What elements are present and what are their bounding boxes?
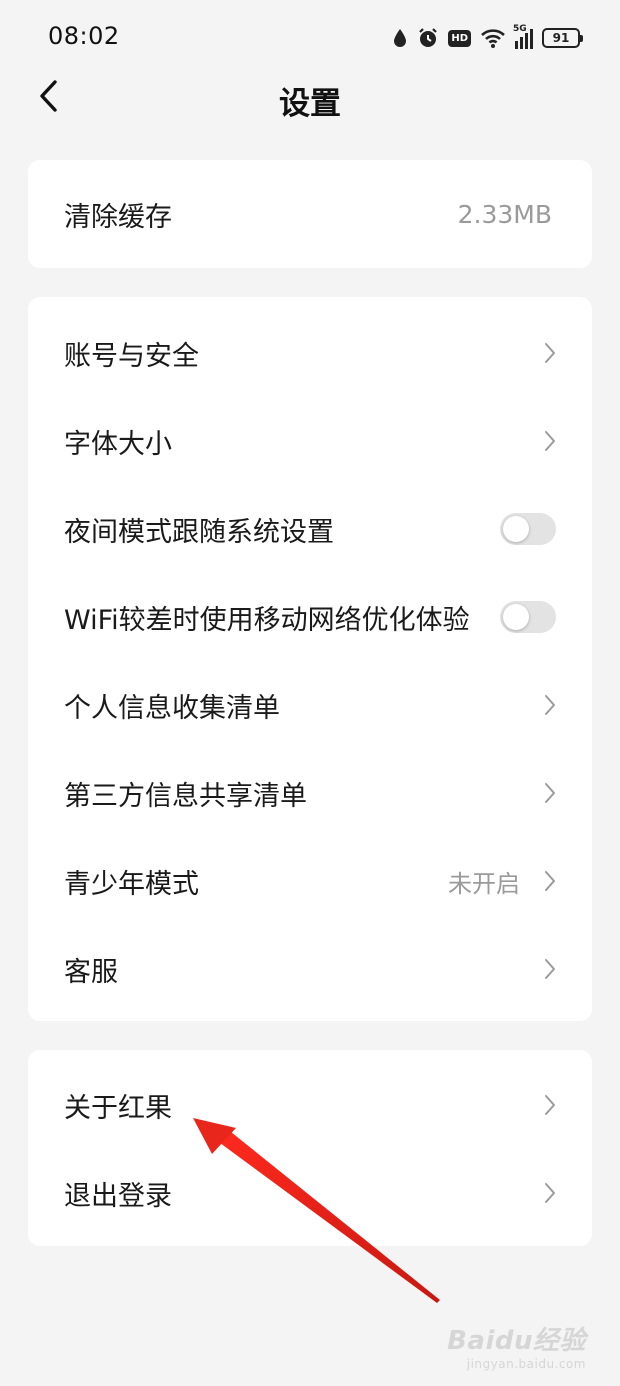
clear-cache-label: 清除缓存 — [64, 201, 172, 233]
battery-icon: 91 — [542, 28, 583, 48]
chevron-right-icon — [536, 693, 556, 717]
night-mode-toggle[interactable] — [500, 513, 556, 545]
logout-label: 退出登录 — [64, 1180, 172, 1212]
chevron-right-icon — [536, 1181, 556, 1205]
page-title: 设置 — [279, 86, 341, 122]
drop-icon — [394, 29, 407, 47]
personal-info-list-row[interactable]: 个人信息收集清单 — [28, 661, 592, 749]
settings-card: 账号与安全 字体大小 夜间模式跟随系统设置 WiFi较差时使用移动网络优化体验 … — [28, 297, 592, 1021]
status-time: 08:02 — [48, 22, 120, 50]
header: 设置 — [0, 76, 620, 132]
alarm-icon — [419, 28, 438, 47]
third-party-sharing-row[interactable]: 第三方信息共享清单 — [28, 749, 592, 837]
chevron-right-icon — [536, 781, 556, 805]
personal-info-list-label: 个人信息收集清单 — [64, 692, 280, 724]
status-icons: HD 5G 91 — [392, 24, 583, 52]
font-size-label: 字体大小 — [64, 428, 172, 460]
youth-mode-row[interactable]: 青少年模式 未开启 — [28, 837, 592, 925]
chevron-right-icon — [536, 341, 556, 365]
cache-card: 清除缓存 2.33MB — [28, 160, 592, 268]
hd-icon: HD — [448, 29, 471, 47]
wifi-icon — [481, 29, 505, 48]
wifi-optimize-row: WiFi较差时使用移动网络优化体验 — [28, 573, 592, 661]
about-row[interactable]: 关于红果 — [28, 1061, 592, 1149]
chevron-right-icon — [536, 869, 556, 893]
status-bar: 08:02 HD 5G 91 — [0, 0, 620, 76]
wifi-optimize-label: WiFi较差时使用移动网络优化体验 — [64, 604, 470, 636]
toggle-knob — [503, 516, 529, 542]
logout-row[interactable]: 退出登录 — [28, 1149, 592, 1237]
third-party-sharing-label: 第三方信息共享清单 — [64, 780, 307, 812]
toggle-knob — [503, 604, 529, 630]
night-mode-label: 夜间模式跟随系统设置 — [64, 516, 334, 548]
chevron-right-icon — [536, 429, 556, 453]
watermark-main: Baidu经验 — [447, 1326, 586, 1356]
clear-cache-row[interactable]: 清除缓存 2.33MB — [28, 160, 592, 268]
wifi-optimize-toggle[interactable] — [500, 601, 556, 633]
cache-size-value: 2.33MB — [457, 199, 552, 229]
customer-service-label: 客服 — [64, 956, 118, 988]
network-type-label: 5G — [513, 24, 527, 34]
signal-icon: 5G — [513, 24, 533, 49]
baidu-watermark: Baidu经验 jingyan.baidu.com — [447, 1320, 586, 1371]
youth-mode-status: 未开启 — [448, 869, 520, 898]
chevron-right-icon — [536, 1093, 556, 1117]
account-security-row[interactable]: 账号与安全 — [28, 309, 592, 397]
youth-mode-label: 青少年模式 — [64, 868, 199, 900]
about-label: 关于红果 — [64, 1092, 172, 1124]
customer-service-row[interactable]: 客服 — [28, 925, 592, 1013]
account-security-label: 账号与安全 — [64, 340, 199, 372]
chevron-right-icon — [536, 957, 556, 981]
font-size-row[interactable]: 字体大小 — [28, 397, 592, 485]
watermark-sub: jingyan.baidu.com — [466, 1357, 586, 1371]
bottom-card: 关于红果 退出登录 — [28, 1050, 592, 1246]
night-mode-row: 夜间模式跟随系统设置 — [28, 485, 592, 573]
